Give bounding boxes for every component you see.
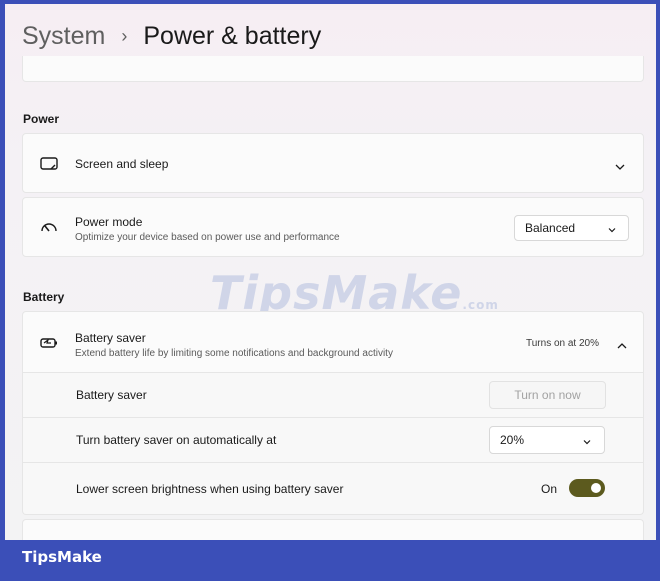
power-mode-card: Power mode Optimize your device based on… — [22, 197, 644, 257]
lower-brightness-toggle[interactable] — [569, 479, 605, 497]
battery-saver-now-label: Battery saver — [76, 388, 147, 402]
auto-on-threshold-select[interactable]: 20% — [489, 426, 605, 454]
breadcrumb-system-link[interactable]: System — [22, 22, 105, 51]
auto-on-threshold-value: 20% — [500, 433, 525, 447]
gauge-icon — [39, 218, 59, 238]
battery-section-label: Battery — [23, 290, 65, 304]
screen-sleep-title: Screen and sleep — [75, 157, 169, 171]
chevron-up-icon[interactable] — [617, 338, 627, 349]
monitor-icon — [39, 154, 59, 174]
power-section-label: Power — [23, 112, 60, 126]
power-mode-select[interactable]: Balanced — [514, 215, 629, 241]
lower-brightness-state: On — [541, 482, 558, 496]
footer-brand-logo: TipsMake — [22, 548, 102, 566]
lower-brightness-row: Lower screen brightness when using batte… — [22, 463, 644, 515]
power-mode-value: Balanced — [525, 221, 576, 235]
battery-saver-now-row: Battery saver Turn on now — [22, 373, 644, 418]
turn-on-now-button[interactable]: Turn on now — [489, 381, 606, 409]
settings-window: System › Power & battery Power Screen an… — [5, 4, 656, 540]
power-mode-subtitle: Optimize your device based on power use … — [75, 232, 340, 243]
battery-saver-title: Battery saver — [75, 331, 146, 345]
previous-card-remnant — [22, 56, 644, 82]
toggle-knob — [591, 483, 601, 493]
battery-saver-subtitle: Extend battery life by limiting some not… — [75, 348, 393, 359]
breadcrumb: System › Power & battery — [22, 18, 321, 54]
power-mode-title: Power mode — [75, 215, 143, 229]
lower-brightness-label: Lower screen brightness when using batte… — [76, 482, 344, 496]
battery-saver-card[interactable]: Battery saver Extend battery life by lim… — [22, 311, 644, 373]
next-card-remnant — [22, 519, 644, 540]
battery-saver-icon — [39, 333, 59, 353]
screen-sleep-card[interactable]: Screen and sleep — [22, 133, 644, 193]
breadcrumb-separator: › — [121, 25, 128, 46]
chevron-down-icon — [607, 224, 617, 234]
chevron-down-icon[interactable] — [615, 159, 625, 170]
auto-on-label: Turn battery saver on automatically at — [76, 433, 277, 447]
battery-saver-status: Turns on at 20% — [526, 338, 600, 349]
page-title: Power & battery — [143, 21, 322, 50]
chevron-down-icon — [582, 436, 592, 446]
auto-on-row: Turn battery saver on automatically at 2… — [22, 418, 644, 463]
